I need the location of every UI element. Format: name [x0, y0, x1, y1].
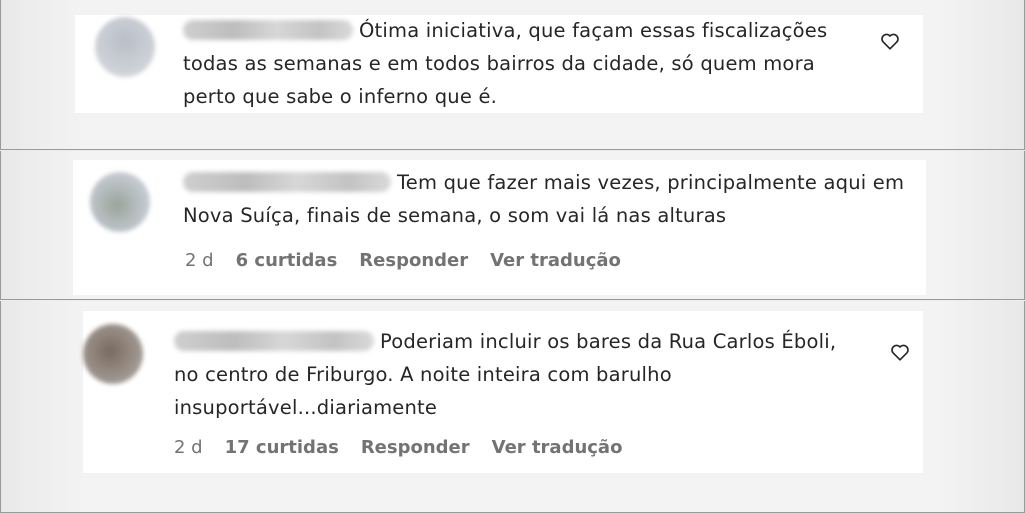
comment-card: Tem que fazer mais vezes, principalmente…: [73, 160, 926, 295]
screenshot-panel-1: Ótima iniciativa, que façam essas fiscal…: [0, 0, 1025, 150]
reply-button[interactable]: Responder: [359, 250, 468, 271]
heart-icon[interactable]: [889, 341, 911, 363]
avatar[interactable]: [90, 172, 150, 232]
comment-card: Poderiam incluir os bares da Rua Carlos …: [83, 311, 923, 473]
comment-time: 2 d: [174, 437, 203, 458]
username-blurred[interactable]: [183, 172, 391, 192]
comment-body: Ótima iniciativa, que façam essas fiscal…: [183, 14, 863, 113]
comment-body: Tem que fazer mais vezes, principalmente…: [183, 166, 923, 232]
translate-button[interactable]: Ver tradução: [492, 437, 623, 458]
likes-count[interactable]: 17 curtidas: [225, 437, 339, 458]
heart-icon[interactable]: [879, 30, 901, 52]
screenshot-panel-2: Tem que fazer mais vezes, principalmente…: [0, 151, 1025, 300]
likes-count[interactable]: 6 curtidas: [236, 250, 338, 271]
translate-button[interactable]: Ver tradução: [490, 250, 621, 271]
comment-card: Ótima iniciativa, que façam essas fiscal…: [75, 15, 923, 113]
username-blurred[interactable]: [174, 331, 374, 351]
comment-time: 2 d: [185, 250, 214, 271]
username-blurred[interactable]: [183, 20, 353, 40]
avatar[interactable]: [95, 17, 155, 77]
comment-body: Poderiam incluir os bares da Rua Carlos …: [174, 325, 854, 424]
comment-meta: 2 d 17 curtidas Responder Ver tradução: [174, 437, 622, 458]
comment-meta: 2 d 6 curtidas Responder Ver tradução: [185, 250, 621, 271]
reply-button[interactable]: Responder: [361, 437, 470, 458]
screenshot-panel-3: Poderiam incluir os bares da Rua Carlos …: [0, 301, 1025, 513]
avatar[interactable]: [83, 324, 143, 384]
